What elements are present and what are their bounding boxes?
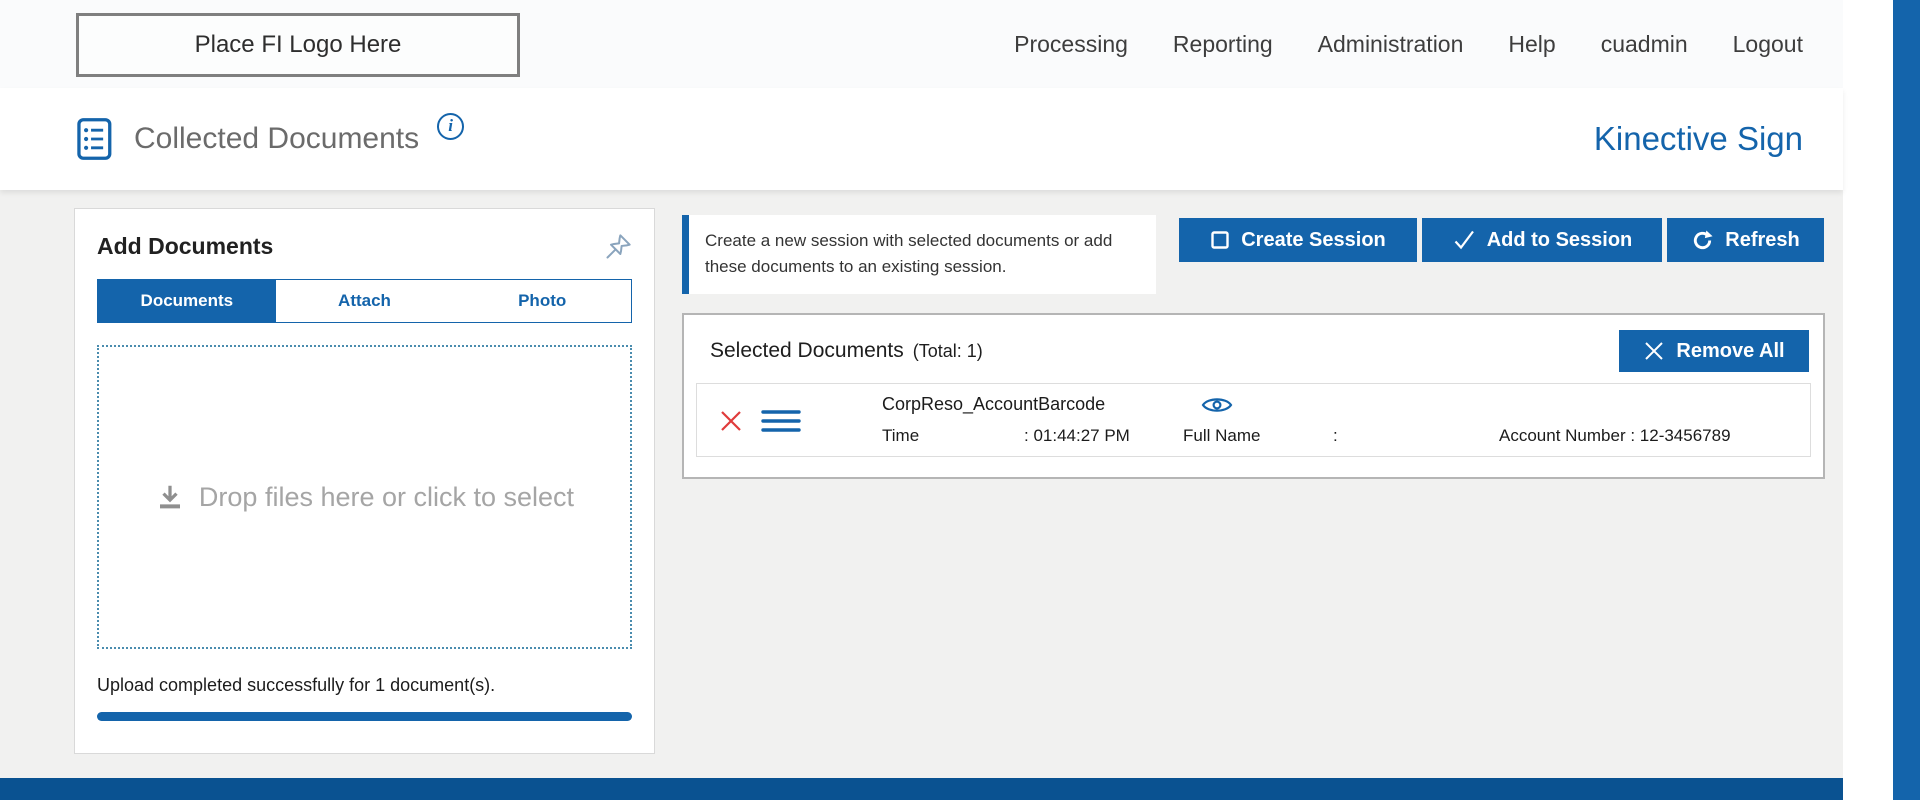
- tab-attach[interactable]: Attach: [276, 280, 454, 322]
- nav-item-administration[interactable]: Administration: [1318, 31, 1464, 58]
- page: Place FI Logo Here Processing Reporting …: [0, 0, 1843, 800]
- document-row: CorpReso_AccountBarcode Time : 01:44:27 …: [696, 383, 1811, 457]
- remove-all-label: Remove All: [1676, 339, 1785, 362]
- refresh-button[interactable]: Refresh: [1667, 218, 1824, 262]
- refresh-label: Refresh: [1725, 228, 1800, 251]
- upload-status-text: Upload completed successfully for 1 docu…: [97, 675, 496, 695]
- session-info-text: Create a new session with selected docum…: [705, 231, 1113, 277]
- close-icon: [1643, 340, 1665, 362]
- nav-item-logout[interactable]: Logout: [1733, 31, 1803, 58]
- collected-documents-icon: [76, 117, 116, 161]
- footer-bar: [0, 778, 1843, 800]
- create-session-icon: [1210, 230, 1230, 250]
- remove-all-button[interactable]: Remove All: [1619, 330, 1809, 372]
- brand-kinective-sign: Kinective Sign: [1593, 120, 1803, 157]
- info-icon[interactable]: i: [437, 112, 465, 140]
- selected-documents-panel: Selected Documents (Total: 1) Remove All: [682, 313, 1825, 479]
- pin-icon[interactable]: [604, 233, 632, 261]
- remove-document-icon[interactable]: [719, 409, 743, 433]
- page-title: Collected Documents: [134, 122, 420, 155]
- preview-eye-icon[interactable]: [1200, 392, 1234, 418]
- session-actions: Create Session Add to Session Refresh: [1179, 218, 1824, 262]
- main-content: Add Documents Documents Attach Photo Dro…: [0, 190, 1843, 778]
- document-name: CorpReso_AccountBarcode: [882, 394, 1106, 414]
- refresh-icon: [1691, 229, 1714, 252]
- tab-photo[interactable]: Photo: [453, 280, 631, 322]
- drag-handle-icon[interactable]: [761, 408, 801, 434]
- selected-documents-title: Selected Documents: [710, 339, 904, 362]
- file-dropzone[interactable]: Drop files here or click to select: [97, 345, 632, 649]
- fi-logo-placeholder: Place FI Logo Here: [76, 13, 520, 77]
- add-documents-tabs: Documents Attach Photo: [97, 279, 632, 323]
- create-session-button[interactable]: Create Session: [1179, 218, 1417, 262]
- session-info-box: Create a new session with selected docum…: [682, 215, 1156, 294]
- document-meta: Time : 01:44:27 PM Full Name : Account N…: [882, 426, 1731, 446]
- nav-item-processing[interactable]: Processing: [1014, 31, 1128, 58]
- dropzone-label: Drop files here or click to select: [198, 481, 575, 512]
- selected-documents-total: (Total: 1): [912, 340, 983, 361]
- add-to-session-label: Add to Session: [1486, 228, 1633, 251]
- full-name-label: Full Name: [1183, 426, 1261, 445]
- page-title-group: Collected Documents i: [76, 88, 465, 190]
- add-documents-title: Add Documents: [97, 233, 274, 259]
- fi-logo-text: Place FI Logo Here: [194, 31, 402, 58]
- download-icon: [155, 482, 185, 512]
- checkmark-icon: [1452, 228, 1476, 252]
- account-number-text: Account Number : 12-3456789: [1499, 426, 1731, 445]
- right-edge-bar: [1893, 0, 1920, 800]
- full-name-value: :: [1333, 426, 1338, 445]
- page-title-bar: Collected Documents i Kinective Sign: [0, 88, 1843, 190]
- top-header: Place FI Logo Here Processing Reporting …: [0, 0, 1843, 88]
- add-documents-card: Add Documents Documents Attach Photo Dro…: [74, 208, 655, 754]
- time-label: Time: [882, 426, 920, 445]
- selected-documents-header: Selected Documents (Total: 1) Remove All: [696, 325, 1811, 377]
- top-nav: Processing Reporting Administration Help…: [1014, 0, 1803, 88]
- add-documents-header: Add Documents: [97, 233, 632, 261]
- nav-item-reporting[interactable]: Reporting: [1173, 31, 1273, 58]
- upload-progress-bar: [97, 712, 632, 721]
- tab-documents[interactable]: Documents: [98, 280, 276, 322]
- add-to-session-button[interactable]: Add to Session: [1422, 218, 1662, 262]
- create-session-label: Create Session: [1241, 228, 1386, 251]
- time-value: : 01:44:27 PM: [1024, 426, 1130, 445]
- nav-item-help[interactable]: Help: [1508, 31, 1555, 58]
- nav-item-cuadmin[interactable]: cuadmin: [1601, 31, 1688, 58]
